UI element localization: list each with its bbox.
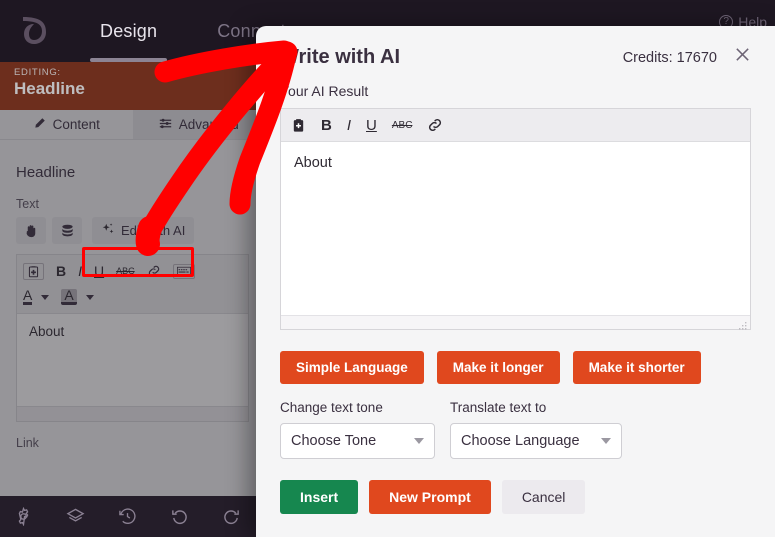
ai-result-editor: B I U ABC About [280, 108, 751, 330]
nav-tab-design-label: Design [100, 20, 158, 41]
cancel-button[interactable]: Cancel [501, 480, 586, 514]
tone-group: Change text tone Choose Tone [280, 400, 435, 459]
modal-scrim [0, 110, 265, 496]
ai-result-toolbar: B I U ABC [281, 109, 750, 142]
underline-icon[interactable]: U [366, 117, 377, 134]
screen: Design Connect ? Help EDITING: Headline [0, 0, 775, 537]
leaf-logo-icon [16, 12, 52, 48]
ai-result-text[interactable]: About [281, 142, 750, 315]
language-select[interactable]: Choose Language [450, 423, 622, 459]
ai-result-label: Your AI Result [280, 83, 369, 99]
modal-header: Write with AI Credits: 17670 [280, 26, 751, 69]
new-prompt-button[interactable]: New Prompt [369, 480, 491, 514]
credits-label: Credits: 17670 [622, 50, 717, 66]
tone-select-value: Choose Tone [291, 433, 377, 449]
make-it-longer-button[interactable]: Make it longer [436, 351, 560, 384]
chevron-down-icon [414, 438, 424, 444]
transform-selects: Change text tone Choose Tone Translate t… [280, 400, 751, 459]
resize-grip-icon[interactable] [738, 318, 747, 330]
write-with-ai-modal: Write with AI Credits: 17670 Your AI Res… [256, 26, 775, 537]
link-icon[interactable] [427, 117, 443, 133]
settings-gear-icon[interactable] [12, 506, 34, 528]
nav-tab-design[interactable]: Design [70, 0, 187, 62]
language-select-value: Choose Language [461, 433, 580, 449]
strikethrough-icon[interactable]: ABC [392, 120, 413, 131]
tone-label: Change text tone [280, 400, 383, 415]
chevron-down-icon [601, 438, 611, 444]
insert-button[interactable]: Insert [280, 480, 359, 514]
italic-icon[interactable]: I [347, 117, 351, 134]
language-group: Translate text to Choose Language [450, 400, 622, 459]
undo-icon[interactable] [168, 506, 190, 528]
paste-icon[interactable] [291, 118, 306, 133]
modal-title: Write with AI [280, 46, 400, 68]
layers-icon[interactable] [64, 506, 86, 528]
tone-select[interactable]: Choose Tone [280, 423, 435, 459]
modal-footer: Insert New Prompt Cancel [280, 480, 751, 514]
close-icon[interactable] [733, 46, 751, 66]
simple-language-button[interactable]: Simple Language [280, 351, 424, 384]
make-it-shorter-button[interactable]: Make it shorter [572, 351, 701, 384]
redo-icon[interactable] [220, 506, 242, 528]
bottom-toolbar [0, 496, 265, 537]
quick-action-buttons: Simple Language Make it longer Make it s… [280, 351, 751, 384]
history-clock-icon[interactable] [116, 506, 138, 528]
language-label: Translate text to [450, 400, 547, 415]
bold-icon[interactable]: B [321, 117, 332, 134]
ai-result-statusbar [281, 315, 750, 330]
scrim-top [0, 62, 265, 110]
